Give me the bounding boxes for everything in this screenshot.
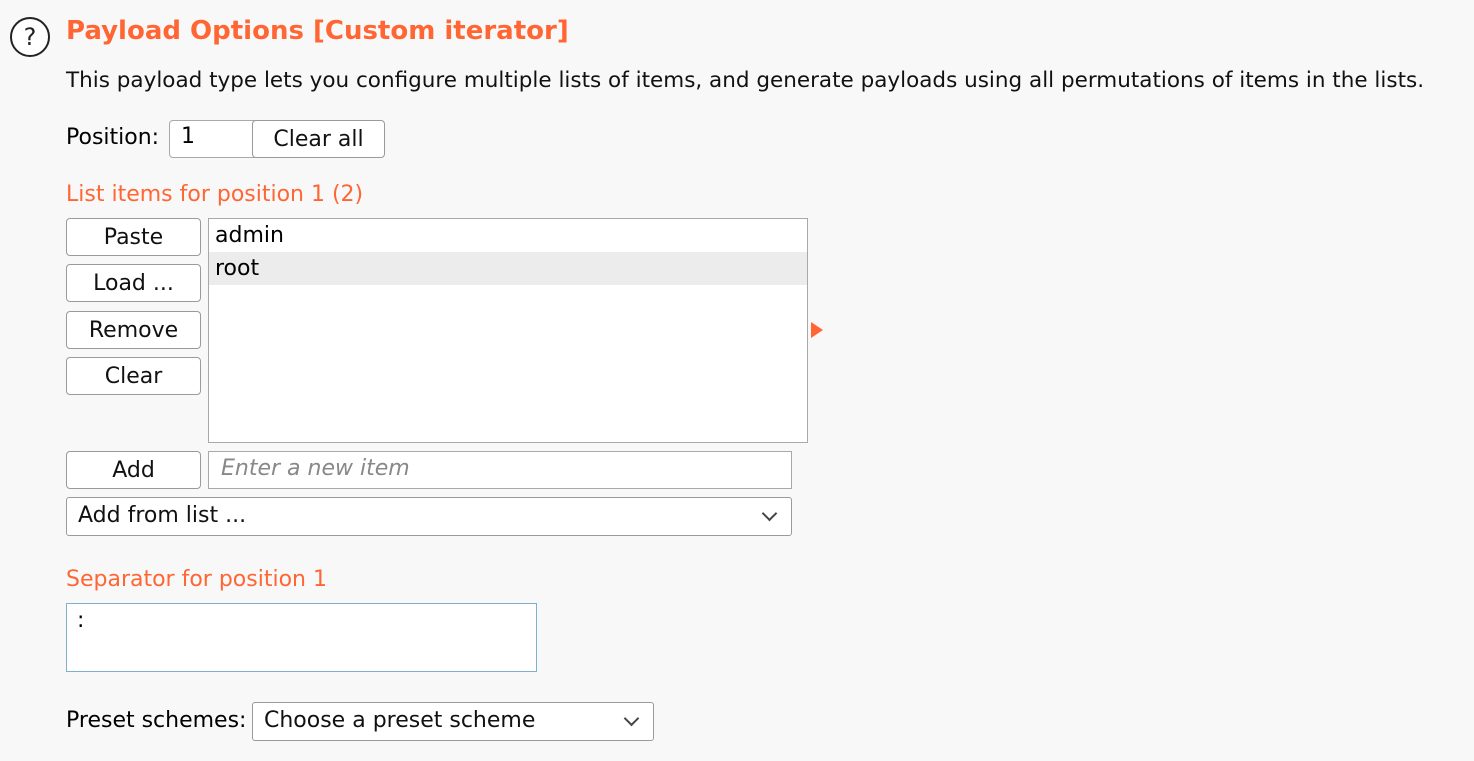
description-text: This payload type lets you configure mul… bbox=[66, 68, 1425, 93]
preset-schemes-label: Preset schemes: bbox=[66, 708, 247, 733]
load-button[interactable]: Load ... bbox=[66, 264, 201, 302]
list-item[interactable]: admin bbox=[209, 219, 807, 252]
preset-schemes-dropdown[interactable]: Choose a preset scheme bbox=[252, 702, 654, 741]
clear-button[interactable]: Clear bbox=[66, 357, 201, 395]
paste-button[interactable]: Paste bbox=[66, 218, 201, 256]
chevron-down-icon bbox=[761, 505, 778, 522]
position-label: Position: bbox=[66, 125, 160, 150]
separator-field[interactable]: : bbox=[66, 603, 537, 672]
add-button[interactable]: Add bbox=[66, 451, 201, 489]
expand-arrow-icon[interactable] bbox=[811, 322, 823, 338]
remove-button[interactable]: Remove bbox=[66, 311, 201, 349]
payload-list[interactable]: admin root bbox=[208, 218, 808, 443]
separator-label: Separator for position 1 bbox=[66, 567, 327, 592]
help-icon[interactable]: ? bbox=[10, 17, 50, 57]
add-from-list-dropdown[interactable]: Add from list ... bbox=[66, 497, 792, 536]
add-from-list-label: Add from list ... bbox=[78, 503, 247, 528]
page-title: Payload Options [Custom iterator] bbox=[66, 16, 569, 46]
new-item-input[interactable]: Enter a new item bbox=[208, 451, 792, 489]
list-item[interactable]: root bbox=[209, 252, 807, 285]
list-items-label: List items for position 1 (2) bbox=[66, 182, 364, 207]
position-spinner[interactable]: 1 bbox=[169, 120, 255, 158]
preset-schemes-value: Choose a preset scheme bbox=[264, 708, 536, 733]
clear-all-button[interactable]: Clear all bbox=[252, 120, 385, 158]
chevron-down-icon bbox=[623, 710, 640, 727]
